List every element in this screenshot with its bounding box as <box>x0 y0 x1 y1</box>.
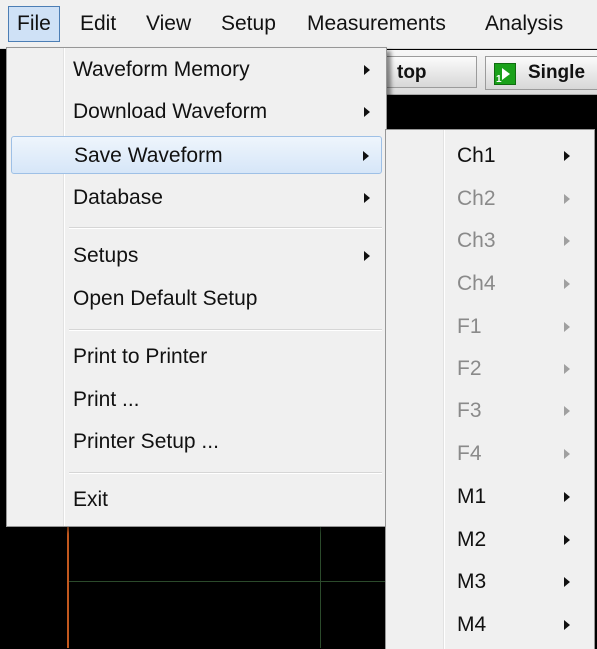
submenu-item-label: M2 <box>457 528 487 551</box>
submenu-arrow-icon <box>564 535 570 545</box>
menu-item-print[interactable]: Print ... <box>11 381 382 419</box>
submenu-item-ch2: Ch2 <box>390 180 590 218</box>
menu-item-label: Setups <box>73 244 139 267</box>
menu-item-label: Print ... <box>73 388 140 411</box>
menu-measurements[interactable]: Measurements <box>299 6 454 42</box>
menu-item-database[interactable]: Database <box>11 179 382 217</box>
submenu-arrow-icon <box>364 193 370 203</box>
submenu-item-label: F4 <box>457 442 482 465</box>
submenu-item-f3: F3 <box>390 392 590 430</box>
submenu-item-label: F2 <box>457 357 482 380</box>
menu-item-printer-setup[interactable]: Printer Setup ... <box>11 423 382 461</box>
submenu-item-m1[interactable]: M1 <box>390 478 590 516</box>
submenu-item-ch1[interactable]: Ch1 <box>390 137 590 175</box>
menu-item-label: Open Default Setup <box>73 287 258 310</box>
submenu-arrow-icon <box>363 151 369 161</box>
menu-item-waveform-memory[interactable]: Waveform Memory <box>11 51 382 89</box>
submenu-arrow-icon <box>564 577 570 587</box>
cursor-marker[interactable] <box>67 525 69 648</box>
submenu-item-f1: F1 <box>390 308 590 346</box>
submenu-item-ch3: Ch3 <box>390 222 590 260</box>
menu-item-save-waveform[interactable]: Save Waveform <box>11 136 382 174</box>
submenu-arrow-icon <box>564 492 570 502</box>
grid-line <box>320 525 321 648</box>
menu-setup[interactable]: Setup <box>213 6 284 42</box>
submenu-item-label: M3 <box>457 570 487 593</box>
submenu-arrow-icon <box>564 406 570 416</box>
grid-line <box>69 581 387 582</box>
submenu-item-label: M4 <box>457 613 487 636</box>
stop-button[interactable]: top <box>385 56 477 88</box>
submenu-item-label: Ch4 <box>457 272 496 295</box>
single-trigger-number: 1 <box>496 74 502 85</box>
submenu-arrow-icon <box>564 151 570 161</box>
submenu-arrow-icon <box>564 364 570 374</box>
menu-bar: File Edit View Setup Measurements Analys… <box>0 0 597 49</box>
menu-file[interactable]: File <box>8 6 60 42</box>
submenu-arrow-icon <box>364 65 370 75</box>
single-button-label: Single <box>528 62 586 83</box>
submenu-arrow-icon <box>564 449 570 459</box>
menu-item-setups[interactable]: Setups <box>11 237 382 275</box>
submenu-arrow-icon <box>564 194 570 204</box>
submenu-item-label: Ch2 <box>457 187 496 210</box>
submenu-arrow-icon <box>564 236 570 246</box>
menu-item-label: Database <box>73 186 163 209</box>
menu-view[interactable]: View <box>138 6 199 42</box>
menu-separator <box>69 329 382 331</box>
menu-item-open-default-setup[interactable]: Open Default Setup <box>11 280 382 318</box>
submenu-arrow-icon <box>364 107 370 117</box>
submenu-item-f4: F4 <box>390 435 590 473</box>
submenu-item-label: F3 <box>457 399 482 422</box>
submenu-arrow-icon <box>564 279 570 289</box>
menu-item-label: Waveform Memory <box>73 58 250 81</box>
submenu-item-label: F1 <box>457 315 482 338</box>
submenu-arrow-icon <box>564 322 570 332</box>
submenu-arrow-icon <box>564 620 570 630</box>
menu-analysis[interactable]: Analysis <box>477 6 571 42</box>
save-waveform-submenu: Ch1 Ch2 Ch3 Ch4 F1 F2 F3 F4 M1 M2 M3 M4 <box>385 129 595 649</box>
menu-edit[interactable]: Edit <box>72 6 124 42</box>
menu-item-label: Printer Setup ... <box>73 430 219 453</box>
toolbar: top 1 Single <box>385 50 597 95</box>
menu-item-print-to-printer[interactable]: Print to Printer <box>11 338 382 376</box>
menu-item-label: Save Waveform <box>74 144 223 167</box>
menu-item-label: Print to Printer <box>73 345 208 368</box>
single-trigger-icon: 1 <box>494 63 516 85</box>
submenu-item-ch4: Ch4 <box>390 265 590 303</box>
menu-item-label: Download Waveform <box>73 100 268 123</box>
submenu-item-label: Ch1 <box>457 144 496 167</box>
menu-item-download-waveform[interactable]: Download Waveform <box>11 93 382 131</box>
file-menu: Waveform Memory Download Waveform Save W… <box>6 47 387 527</box>
submenu-item-label: M1 <box>457 485 487 508</box>
menu-separator <box>69 227 382 229</box>
menu-item-exit[interactable]: Exit <box>11 481 382 519</box>
submenu-item-label: Ch3 <box>457 229 496 252</box>
submenu-item-f2: F2 <box>390 350 590 388</box>
menu-item-label: Exit <box>73 488 109 511</box>
submenu-item-m3[interactable]: M3 <box>390 563 590 601</box>
single-button[interactable]: 1 Single <box>485 56 597 90</box>
menu-separator <box>69 472 382 474</box>
submenu-item-m4[interactable]: M4 <box>390 606 590 644</box>
submenu-arrow-icon <box>364 251 370 261</box>
submenu-item-m2[interactable]: M2 <box>390 521 590 559</box>
stop-button-label: top <box>397 62 427 83</box>
